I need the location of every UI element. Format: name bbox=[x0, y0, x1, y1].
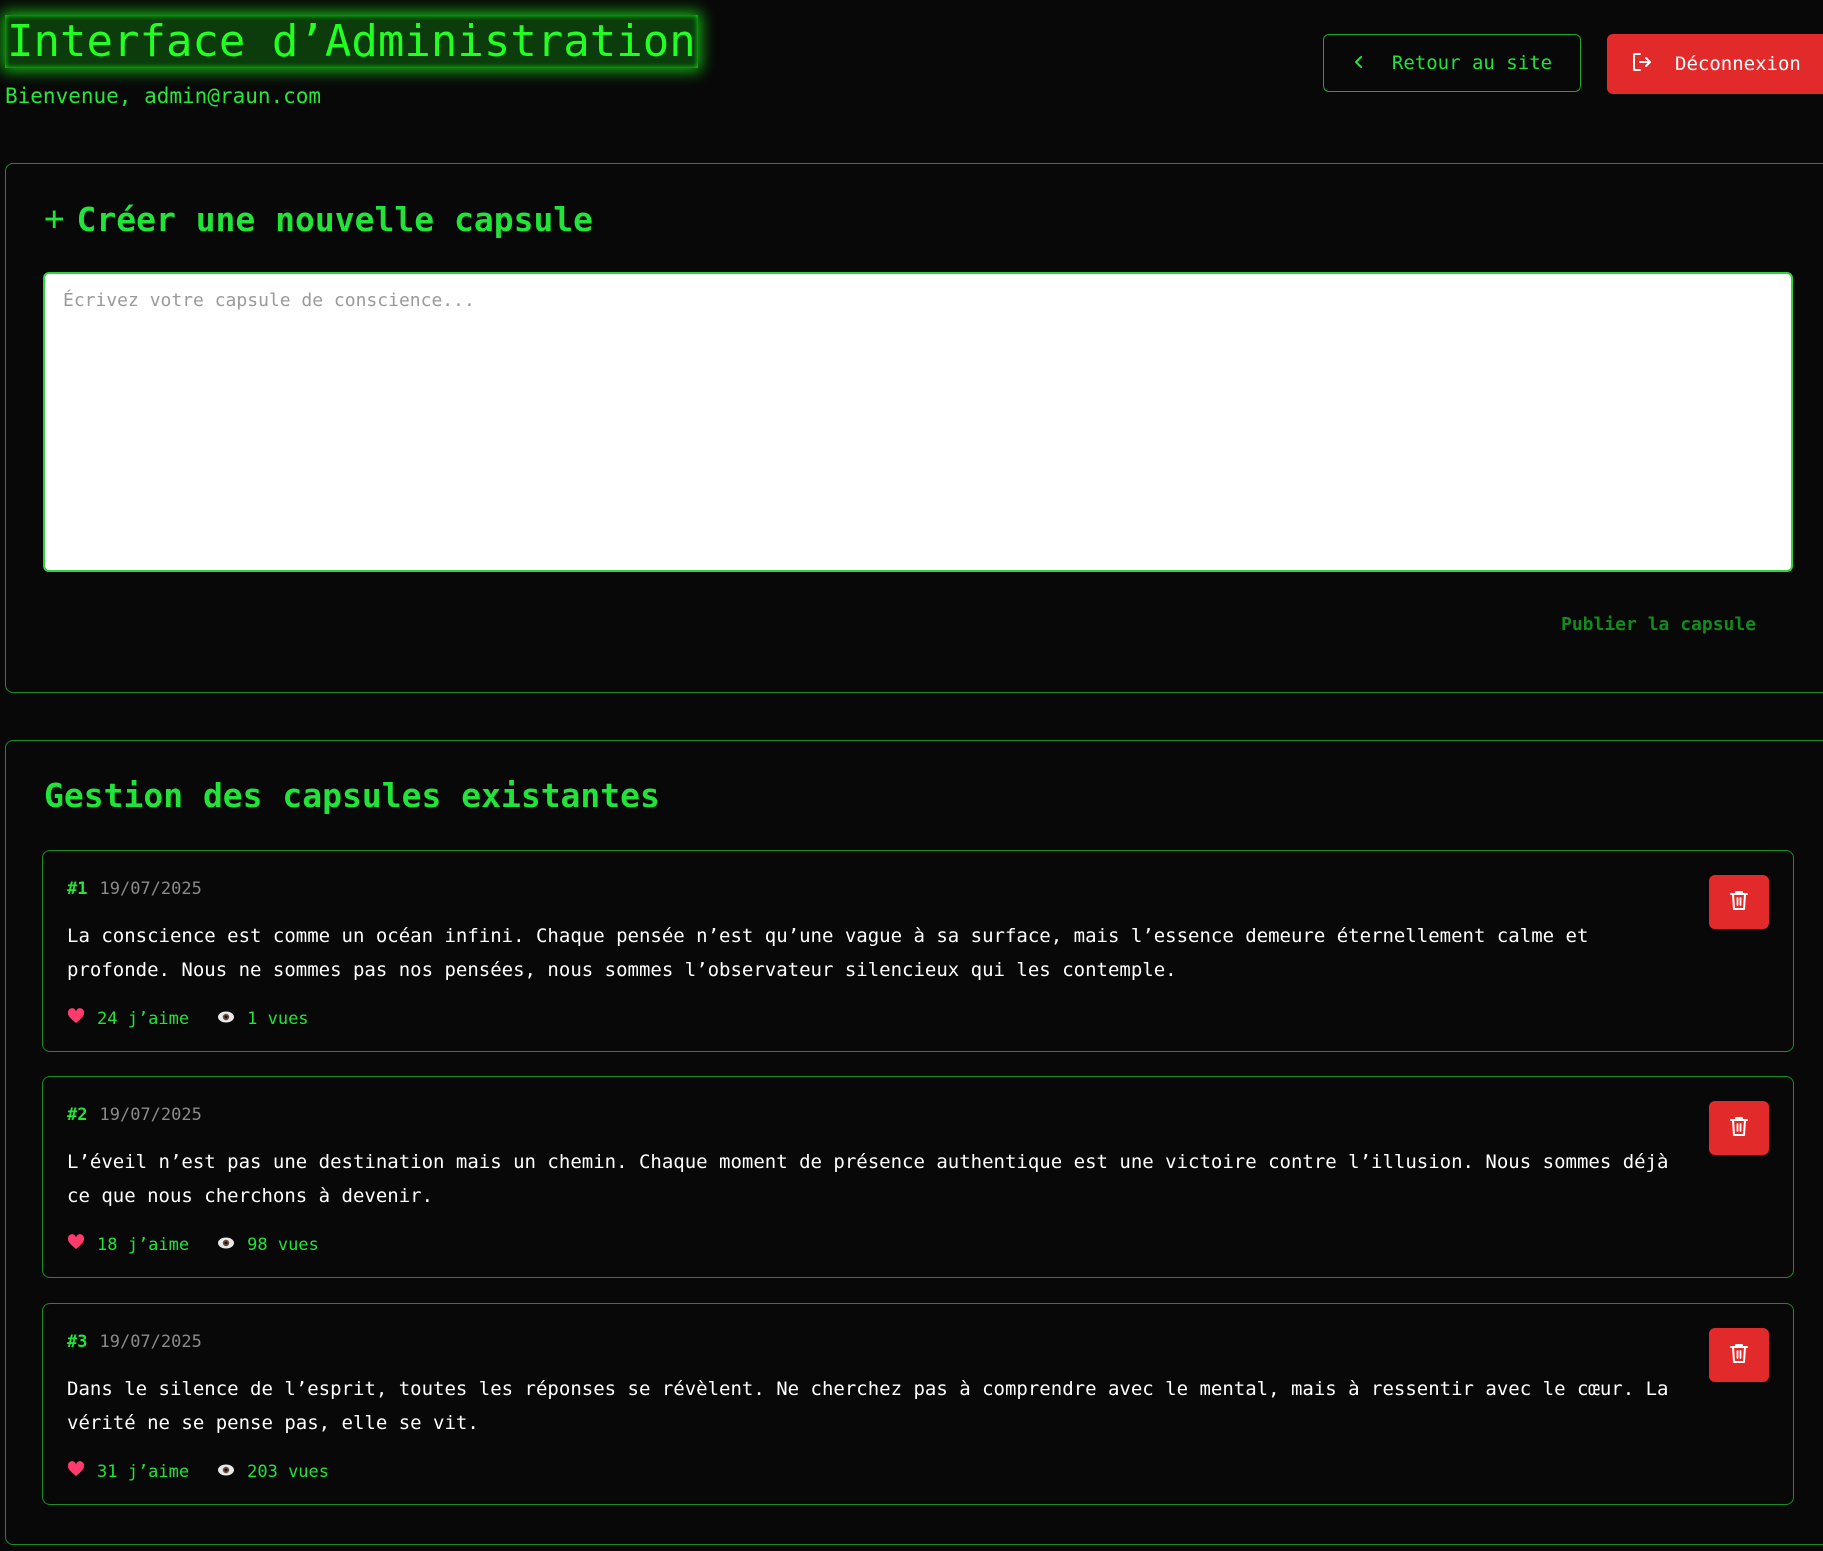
delete-capsule-button[interactable] bbox=[1709, 1101, 1769, 1155]
eye-icon bbox=[217, 1235, 235, 1255]
back-to-site-label: Retour au site bbox=[1391, 52, 1553, 74]
logout-label: Déconnexion bbox=[1675, 53, 1801, 75]
capsule-text: L’éveil n’est pas une destination mais u… bbox=[67, 1151, 1669, 1207]
capsule-meta: #3 19/07/2025 bbox=[67, 1332, 202, 1352]
views-stat: 98 vues bbox=[217, 1235, 319, 1255]
back-to-site-button[interactable]: Retour au site bbox=[1323, 34, 1581, 92]
capsule-meta: #2 19/07/2025 bbox=[67, 1105, 202, 1125]
heart-icon bbox=[67, 1234, 85, 1255]
publish-capsule-button[interactable]: Publier la capsule bbox=[1561, 614, 1756, 635]
eye-icon bbox=[217, 1462, 235, 1482]
capsule-card: #2 19/07/2025 L’éveil n’est pas une desti… bbox=[42, 1076, 1794, 1278]
trash-icon bbox=[1729, 889, 1749, 915]
likes-stat: 24 j’aime bbox=[67, 1008, 189, 1029]
capsule-number: #3 bbox=[67, 1332, 88, 1352]
capsule-card: #1 19/07/2025 La conscience est comme un … bbox=[42, 850, 1794, 1052]
likes-stat: 18 j’aime bbox=[67, 1234, 189, 1255]
capsule-text: Dans le silence de l’esprit, toutes les … bbox=[67, 1378, 1669, 1434]
capsule-date: 19/07/2025 bbox=[99, 1332, 202, 1352]
likes-count: 31 j’aime bbox=[97, 1461, 190, 1482]
trash-icon bbox=[1729, 1342, 1749, 1368]
logout-icon bbox=[1631, 51, 1653, 78]
manage-capsules-title: Gestion des capsules existantes bbox=[44, 776, 660, 815]
views-stat: 203 vues bbox=[217, 1462, 329, 1482]
eye-icon bbox=[217, 1009, 235, 1029]
heart-icon bbox=[67, 1008, 85, 1029]
delete-capsule-button[interactable] bbox=[1709, 1328, 1769, 1382]
capsule-number: #2 bbox=[67, 1105, 88, 1125]
logout-button[interactable]: Déconnexion bbox=[1607, 34, 1823, 94]
create-capsule-heading: + Créer une nouvelle capsule bbox=[44, 199, 593, 239]
create-capsule-title: Créer une nouvelle capsule bbox=[76, 199, 594, 239]
plus-icon: + bbox=[44, 199, 65, 239]
likes-count: 18 j’aime bbox=[97, 1234, 190, 1255]
capsule-date: 19/07/2025 bbox=[99, 879, 202, 899]
capsule-card: #3 19/07/2025 Dans le silence de l’esprit… bbox=[42, 1303, 1794, 1505]
capsule-stats: 18 j’aime 98 vues bbox=[67, 1234, 319, 1255]
trash-icon bbox=[1729, 1115, 1749, 1141]
create-capsule-panel: + Créer une nouvelle capsule Publier la … bbox=[5, 163, 1823, 693]
capsule-text-input[interactable] bbox=[43, 272, 1793, 572]
capsule-stats: 31 j’aime 203 vues bbox=[67, 1461, 329, 1482]
capsule-meta: #1 19/07/2025 bbox=[67, 879, 202, 899]
delete-capsule-button[interactable] bbox=[1709, 875, 1769, 929]
likes-stat: 31 j’aime bbox=[67, 1461, 189, 1482]
capsule-date: 19/07/2025 bbox=[99, 1105, 202, 1125]
manage-capsules-panel: Gestion des capsules existantes #1 19/07/… bbox=[5, 740, 1823, 1545]
capsule-stats: 24 j’aime 1 vues bbox=[67, 1008, 309, 1029]
welcome-text: Bienvenue, admin@raun.com bbox=[5, 84, 322, 108]
views-count: 1 vues bbox=[247, 1008, 309, 1029]
chevron-left-icon bbox=[1352, 52, 1366, 74]
capsule-number: #1 bbox=[67, 879, 88, 899]
likes-count: 24 j’aime bbox=[97, 1008, 190, 1029]
views-count: 98 vues bbox=[247, 1234, 319, 1255]
views-count: 203 vues bbox=[247, 1461, 330, 1482]
heart-icon bbox=[67, 1461, 85, 1482]
capsule-text: La conscience est comme un océan infini.… bbox=[67, 925, 1589, 981]
views-stat: 1 vues bbox=[217, 1008, 309, 1029]
page-title: Interface d’Administration bbox=[5, 15, 698, 68]
